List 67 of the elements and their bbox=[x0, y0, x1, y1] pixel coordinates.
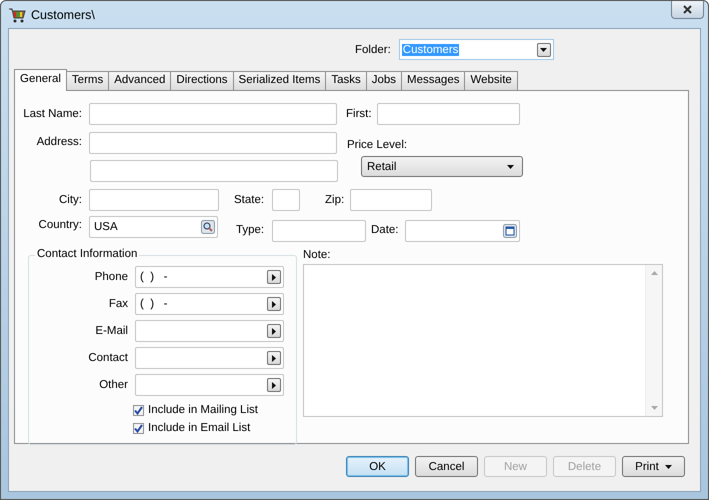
state-field[interactable] bbox=[272, 189, 300, 211]
scroll-up-icon[interactable] bbox=[650, 271, 658, 275]
contact-field[interactable] bbox=[135, 347, 284, 369]
group-title: Contact Information bbox=[35, 248, 140, 260]
tab[interactable]: Serialized Items bbox=[232, 71, 326, 90]
close-icon bbox=[683, 5, 692, 14]
state-label: State: bbox=[234, 194, 266, 206]
window-title: Customers\ bbox=[31, 8, 95, 22]
city-label: City: bbox=[58, 194, 82, 206]
contact-label: Fax bbox=[108, 298, 128, 310]
tab[interactable]: General bbox=[14, 69, 67, 91]
dialog-button[interactable]: Print bbox=[622, 456, 685, 477]
last-name-field[interactable] bbox=[89, 103, 337, 125]
checkbox[interactable] bbox=[133, 404, 144, 416]
calendar-icon[interactable] bbox=[503, 224, 517, 238]
contact-label: Phone bbox=[94, 271, 128, 283]
close-button[interactable] bbox=[671, 1, 704, 19]
contact-label: E-Mail bbox=[94, 325, 128, 337]
date-field[interactable] bbox=[405, 220, 520, 242]
address-field[interactable] bbox=[89, 132, 337, 154]
caret-icon bbox=[664, 464, 672, 468]
date-label: Date: bbox=[371, 224, 400, 236]
arrow-button-icon[interactable] bbox=[267, 351, 281, 365]
zip-label: Zip: bbox=[325, 194, 346, 206]
price-level-dropdown[interactable]: Retail bbox=[361, 156, 523, 177]
first-name-field[interactable] bbox=[377, 103, 520, 125]
contact-label: Other bbox=[98, 379, 128, 391]
tab[interactable]: Tasks bbox=[325, 71, 367, 90]
search-icon[interactable] bbox=[201, 220, 215, 234]
address-label: Address: bbox=[36, 136, 82, 148]
arrow-button-icon[interactable] bbox=[267, 297, 281, 311]
arrow-button-icon[interactable] bbox=[267, 270, 281, 284]
checkbox-label[interactable]: Include in Mailing List bbox=[148, 404, 258, 416]
first-name-label: First: bbox=[346, 108, 373, 120]
checkbox-label[interactable]: Include in Email List bbox=[148, 422, 250, 434]
note-label: Note: bbox=[303, 249, 332, 261]
zip-field[interactable] bbox=[350, 189, 432, 211]
tab[interactable]: Website bbox=[464, 71, 518, 90]
arrow-button-icon[interactable] bbox=[267, 378, 281, 392]
type-label: Type: bbox=[236, 224, 266, 236]
tab[interactable]: Jobs bbox=[366, 71, 402, 90]
checkbox[interactable] bbox=[133, 422, 144, 434]
tab[interactable]: Advanced bbox=[108, 71, 172, 90]
contact-label: Contact bbox=[87, 352, 128, 364]
note-field[interactable] bbox=[303, 264, 663, 417]
contact-field[interactable]: ( ) - bbox=[135, 293, 284, 315]
last-name-label: Last Name: bbox=[22, 108, 82, 120]
contact-field[interactable] bbox=[135, 320, 284, 342]
country-label: Country: bbox=[38, 219, 82, 231]
dialog-button[interactable]: OK bbox=[346, 456, 409, 477]
arrow-button-icon[interactable] bbox=[267, 324, 281, 338]
tab[interactable]: Directions bbox=[170, 71, 234, 90]
shopping-cart-icon bbox=[8, 6, 26, 22]
folder-label: Folder: bbox=[355, 44, 391, 56]
dropdown-arrow-icon bbox=[507, 164, 514, 168]
type-field[interactable] bbox=[272, 220, 366, 242]
country-field[interactable]: USA bbox=[89, 216, 218, 238]
tab[interactable]: Terms bbox=[66, 71, 110, 90]
city-field[interactable] bbox=[89, 189, 219, 211]
price-level-label: Price Level: bbox=[347, 139, 408, 151]
contact-field[interactable] bbox=[135, 374, 284, 396]
dialog-button[interactable]: Cancel bbox=[415, 456, 478, 477]
tab[interactable]: Messages bbox=[401, 71, 466, 90]
scrollbar[interactable] bbox=[645, 265, 662, 416]
address-field[interactable] bbox=[90, 160, 338, 182]
contact-field[interactable]: ( ) - bbox=[135, 266, 284, 288]
scroll-down-icon[interactable] bbox=[650, 406, 658, 410]
